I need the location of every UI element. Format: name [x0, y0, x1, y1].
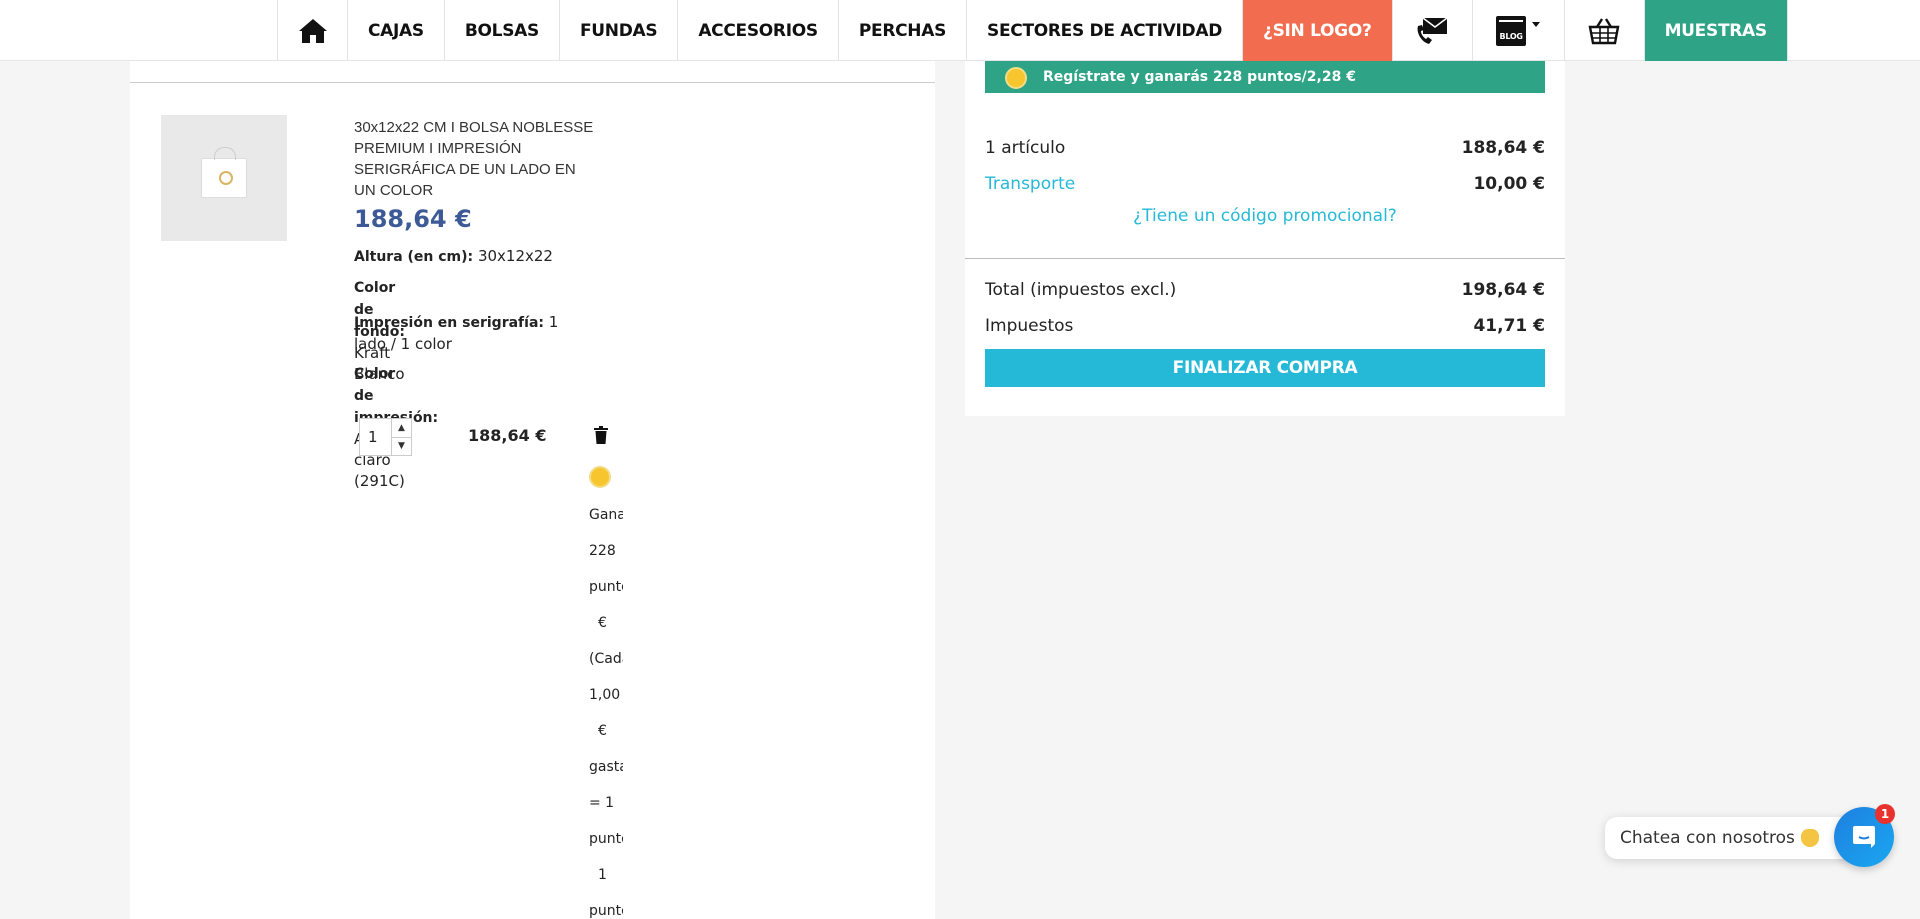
loyalty-points-text: Gana 228 punto € (Cada 1,00 € gasta = 1 …	[589, 497, 623, 919]
register-points-banner: Regístrate y ganarás 228 puntos/2,28 €	[985, 61, 1545, 93]
quantity-arrows: ▲ ▼	[391, 419, 411, 455]
points-line: Gana	[589, 507, 623, 523]
promo-code-link[interactable]: ¿Tiene un código promocional?	[985, 206, 1545, 226]
nav-cajas[interactable]: CAJAS	[347, 0, 444, 61]
points-line: 228	[589, 543, 616, 559]
attr-altura-label: Altura (en cm)	[354, 249, 468, 265]
mail-phone-icon	[1417, 16, 1448, 44]
attr-altura: Altura (en cm): 30x12x22	[354, 247, 553, 265]
divider	[130, 82, 935, 83]
blog-label: BLOG	[1499, 31, 1523, 41]
nav-contact[interactable]	[1391, 0, 1472, 61]
summary-articles-row: 1 artículo 188,64 €	[985, 138, 1545, 158]
points-line: 1	[598, 867, 607, 883]
points-line: = 1	[589, 795, 615, 811]
nav-blog[interactable]: BLOG	[1471, 0, 1564, 61]
nav-sin-logo[interactable]: ¿SIN LOGO?	[1242, 0, 1392, 61]
shipping-link[interactable]: Transporte	[985, 174, 1075, 194]
chevron-down-icon[interactable]: ▼	[392, 436, 411, 456]
chat-invite-bubble[interactable]: Chatea con nosotros	[1605, 817, 1855, 859]
nav-home[interactable]	[277, 0, 347, 61]
product-price: 188,64 €	[354, 205, 472, 233]
quantity-stepper[interactable]: 1 ▲ ▼	[359, 418, 412, 456]
summary-shipping-row: Transporte 10,00 €	[985, 174, 1545, 194]
chat-notification-badge: 1	[1875, 804, 1895, 824]
chevron-up-icon[interactable]: ▲	[392, 419, 411, 437]
articles-value: 188,64 €	[1461, 138, 1545, 158]
points-line: (Cada	[589, 651, 623, 667]
summary-total-row: Total (impuestos excl.) 198,64 €	[985, 280, 1545, 300]
trash-icon[interactable]	[594, 426, 608, 444]
attr-impresion: Impresión en serigrafía: 1 lado / 1 colo…	[354, 312, 586, 355]
points-line: punto	[589, 903, 623, 919]
coin-icon	[589, 466, 611, 488]
nav-accesorios[interactable]: ACCESORIOS	[677, 0, 838, 61]
nav-perchas[interactable]: PERCHAS	[837, 0, 966, 61]
attr-impresion-label: Impresión en serigrafía:	[354, 315, 544, 331]
coin-icon	[1005, 67, 1027, 89]
nav-sectores[interactable]: SECTORES DE ACTIVIDAD	[966, 0, 1242, 61]
cart-items-panel: 30x12x22 CM I BOLSA NOBLESSE PREMIUM I I…	[130, 61, 935, 919]
blog-icon: BLOG	[1496, 15, 1527, 46]
nav-fundas[interactable]: FUNDAS	[558, 0, 677, 61]
points-line: €	[598, 723, 607, 739]
home-icon	[298, 18, 327, 43]
points-line: €	[598, 615, 607, 631]
nav-muestras[interactable]: MUESTRAS	[1643, 0, 1788, 61]
product-title[interactable]: 30x12x22 CM I BOLSA NOBLESSE PREMIUM I I…	[354, 117, 594, 201]
top-navigation: CAJAS BOLSAS FUNDAS ACCESORIOS PERCHAS S…	[0, 0, 1920, 61]
checkout-button[interactable]: FINALIZAR COMPRA	[985, 349, 1545, 387]
register-points-text: Regístrate y ganarás 228 puntos/2,28 €	[1043, 69, 1356, 85]
attr-altura-value: 30x12x22	[477, 247, 553, 265]
quantity-input[interactable]: 1	[360, 419, 391, 455]
points-line: 1,00	[589, 687, 621, 703]
nav-menu: CAJAS BOLSAS FUNDAS ACCESORIOS PERCHAS S…	[277, 0, 1788, 61]
summary-tax-row: Impuestos 41,71 €	[985, 316, 1545, 336]
points-line: gasta	[589, 759, 623, 775]
nav-bolsas[interactable]: BOLSAS	[443, 0, 559, 61]
divider	[965, 258, 1565, 259]
total-value: 198,64 €	[1461, 280, 1545, 300]
line-total: 188,64 €	[468, 426, 547, 445]
chat-invite-text: Chatea con nosotros	[1620, 828, 1795, 848]
articles-label: 1 artículo	[985, 138, 1066, 158]
waving-hand-icon	[1800, 829, 1819, 847]
bag-image-icon	[201, 147, 247, 198]
total-label: Total (impuestos excl.)	[985, 280, 1177, 300]
tax-label: Impuestos	[985, 316, 1074, 336]
shipping-value: 10,00 €	[1473, 174, 1545, 194]
basket-icon	[1588, 17, 1620, 44]
cart-summary-panel: Regístrate y ganarás 228 puntos/2,28 € 1…	[965, 61, 1565, 416]
nav-cart[interactable]	[1563, 0, 1644, 61]
product-thumbnail[interactable]	[161, 115, 287, 241]
points-line: punto	[589, 831, 623, 847]
tax-value: 41,71 €	[1473, 316, 1545, 336]
attr-color-impresion-label: Color de impresión:	[354, 366, 438, 426]
chat-icon	[1853, 826, 1875, 848]
points-line: punto	[589, 579, 623, 595]
chevron-down-icon	[1532, 22, 1541, 27]
